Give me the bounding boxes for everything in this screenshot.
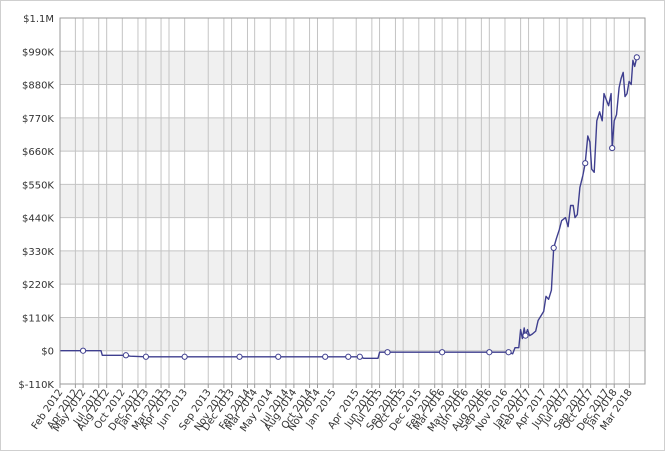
data-point [486,349,493,356]
y-tick-label: $1.1M [23,14,54,25]
data-point [322,353,329,360]
grid-band [60,184,645,218]
data-point [633,54,640,61]
y-tick-label: $990K [22,47,54,58]
background-bands [60,18,645,384]
y-tick-label: $440K [22,214,54,225]
y-tick-label: $550K [22,180,54,191]
data-point [181,353,188,360]
y-tick-label: $330K [22,247,54,258]
y-tick-label: $880K [22,81,54,92]
data-point [236,353,243,360]
data-point [345,353,352,360]
grid-band [60,317,645,351]
data-point [122,352,130,359]
y-tick-label: $-110K [18,380,54,391]
y-tick-label: $0 [41,347,54,358]
data-point [550,244,557,251]
data-point [609,144,616,152]
data-point [356,353,363,360]
grid-band [60,250,645,285]
data-point [439,349,446,356]
data-point [505,349,512,356]
y-tick-label: $770K [22,114,54,125]
data-point [79,347,87,354]
y-tick-label: $660K [22,147,54,158]
y-axis-ticks: $-110K $0 $110K $220K $330K $440K $550K $660K $7… [18,14,54,391]
data-point [275,353,282,360]
data-point [582,160,589,167]
line-chart: $-110K $0 $110K $220K $330K $440K $550K $660K $7… [18,14,646,434]
y-tick-label: $110K [22,313,54,324]
x-axis-ticks: Feb 2012Apr 2012May 2012Jul 2012Aug 2012… [30,384,635,434]
grid-band [60,51,645,85]
data-point [142,353,150,360]
grid-band [60,117,645,152]
data-point [522,332,529,339]
y-tick-label: $220K [22,280,54,291]
data-point [384,349,391,356]
